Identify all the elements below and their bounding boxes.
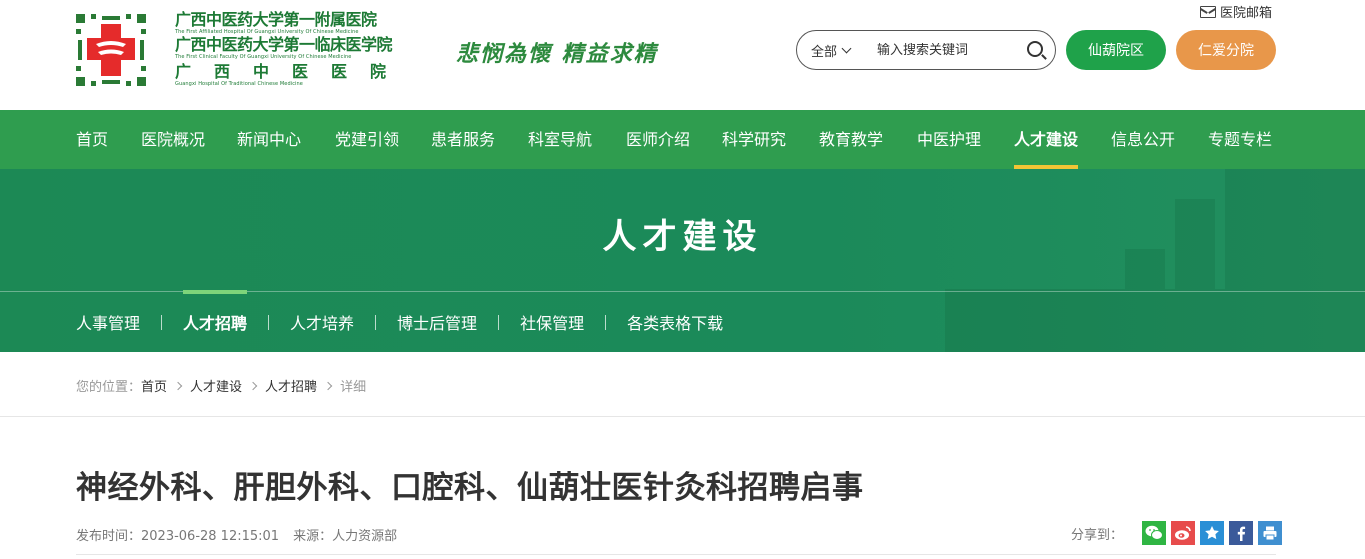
search-icon[interactable] xyxy=(1027,41,1043,57)
subnav-item-training[interactable]: 人才培养 xyxy=(290,310,354,334)
breadcrumb-divider xyxy=(0,416,1365,417)
nav-item-special[interactable]: 专题专栏 xyxy=(1208,110,1272,169)
share-bar: 分享到： xyxy=(1071,521,1283,545)
nav-item-patient-service[interactable]: 患者服务 xyxy=(431,110,495,169)
article-source: 来源：人力资源部 xyxy=(293,529,398,544)
chevron-right-icon xyxy=(248,381,258,390)
article-meta: 发布时间：2023-06-28 12:15:01 来源：人力资源部 xyxy=(76,525,397,544)
search-scope-label: 全部 xyxy=(811,44,838,60)
article-publish-time: 发布时间：2023-06-28 12:15:01 xyxy=(76,529,280,544)
hospital-slogan: 悲悯為懷 精益求精 xyxy=(456,41,658,67)
subnav-separator xyxy=(268,314,270,330)
hospital-name-line3-en: Guangxi Hospital Of Traditional Chinese … xyxy=(175,81,303,87)
breadcrumb-talent[interactable]: 人才建设 xyxy=(190,376,242,395)
nav-item-news[interactable]: 新闻中心 xyxy=(237,110,301,169)
mail-label: 医院邮箱 xyxy=(1220,6,1273,21)
subnav-active-indicator xyxy=(183,290,247,294)
weibo-share-icon[interactable] xyxy=(1171,521,1196,545)
breadcrumb-home[interactable]: 首页 xyxy=(141,376,167,395)
hospital-name-line2-en: The First Clinical Faculty Of Guangxi Un… xyxy=(175,54,352,60)
nav-item-party[interactable]: 党建引领 xyxy=(335,110,399,169)
subnav-separator xyxy=(375,314,377,330)
section-banner: 人才建设 人事管理 人才招聘 人才培养 博士后管理 社保管理 各类表格下载 xyxy=(0,169,1365,352)
mail-icon xyxy=(1200,5,1216,18)
star-share-icon[interactable] xyxy=(1200,521,1225,545)
print-icon[interactable] xyxy=(1258,521,1283,545)
share-label: 分享到： xyxy=(1071,527,1124,543)
article-meta-divider xyxy=(76,554,1276,555)
banner-title: 人才建设 xyxy=(602,217,763,257)
subnav-item-forms[interactable]: 各类表格下载 xyxy=(627,310,723,334)
nav-item-education[interactable]: 教育教学 xyxy=(819,110,883,169)
nav-item-research[interactable]: 科学研究 xyxy=(722,110,786,169)
hospital-name-line3: 广西中医医院 xyxy=(175,62,410,81)
breadcrumb-label: 您的位置： xyxy=(76,380,142,395)
chevron-down-icon xyxy=(841,43,852,53)
nav-item-nursing[interactable]: 中医护理 xyxy=(917,110,981,169)
subnav-separator xyxy=(161,314,163,330)
search-scope-select[interactable]: 全部 xyxy=(811,41,867,60)
subnav-item-hr[interactable]: 人事管理 xyxy=(76,310,140,334)
nav-item-doctors[interactable]: 医师介绍 xyxy=(626,110,690,169)
subnav-separator xyxy=(605,314,607,330)
breadcrumb-recruitment[interactable]: 人才招聘 xyxy=(265,376,317,395)
subnav-separator xyxy=(498,314,500,330)
search-box: 全部 xyxy=(796,30,1056,70)
breadcrumb: 您的位置： 首页 人才建设 人才招聘 详细 xyxy=(76,376,366,395)
hospital-name-line1: 广西中医药大学第一附属医院 xyxy=(175,10,377,29)
site-header: 广西中医药大学第一附属医院 The First Affiliated Hospi… xyxy=(0,0,1365,110)
hospital-name: 广西中医药大学第一附属医院 The First Affiliated Hospi… xyxy=(175,10,427,87)
main-nav: 首页 医院概况 新闻中心 党建引领 患者服务 科室导航 医师介绍 科学研究 教育… xyxy=(0,110,1365,169)
nav-item-overview[interactable]: 医院概况 xyxy=(141,110,205,169)
hospital-mail-link[interactable]: 医院邮箱 xyxy=(1200,2,1272,21)
nav-item-disclosure[interactable]: 信息公开 xyxy=(1111,110,1175,169)
hospital-logo-icon[interactable] xyxy=(76,14,146,86)
hospital-name-line2: 广西中医药大学第一临床医学院 xyxy=(175,35,393,54)
subnav-item-recruitment[interactable]: 人才招聘 xyxy=(183,310,247,334)
campus-renai-button[interactable]: 仁爱分院 xyxy=(1176,30,1276,70)
article-title: 神经外科、肝胆外科、口腔科、仙葫壮医针灸科招聘启事 xyxy=(76,470,864,506)
banner-building-decoration xyxy=(945,169,1365,352)
facebook-share-icon[interactable] xyxy=(1229,521,1254,545)
wechat-share-icon[interactable] xyxy=(1142,521,1167,545)
subnav-item-postdoc[interactable]: 博士后管理 xyxy=(397,310,477,334)
search-input[interactable] xyxy=(877,42,1017,58)
breadcrumb-current: 详细 xyxy=(340,380,367,395)
nav-item-departments[interactable]: 科室导航 xyxy=(528,110,592,169)
sub-nav: 人事管理 人才招聘 人才培养 博士后管理 社保管理 各类表格下载 xyxy=(76,299,723,345)
chevron-right-icon xyxy=(323,381,333,390)
campus-xianhu-button[interactable]: 仙葫院区 xyxy=(1066,30,1166,70)
chevron-right-icon xyxy=(173,381,183,390)
subnav-item-social-security[interactable]: 社保管理 xyxy=(520,310,584,334)
nav-item-home[interactable]: 首页 xyxy=(76,110,108,169)
nav-item-talent[interactable]: 人才建设 xyxy=(1014,110,1079,169)
